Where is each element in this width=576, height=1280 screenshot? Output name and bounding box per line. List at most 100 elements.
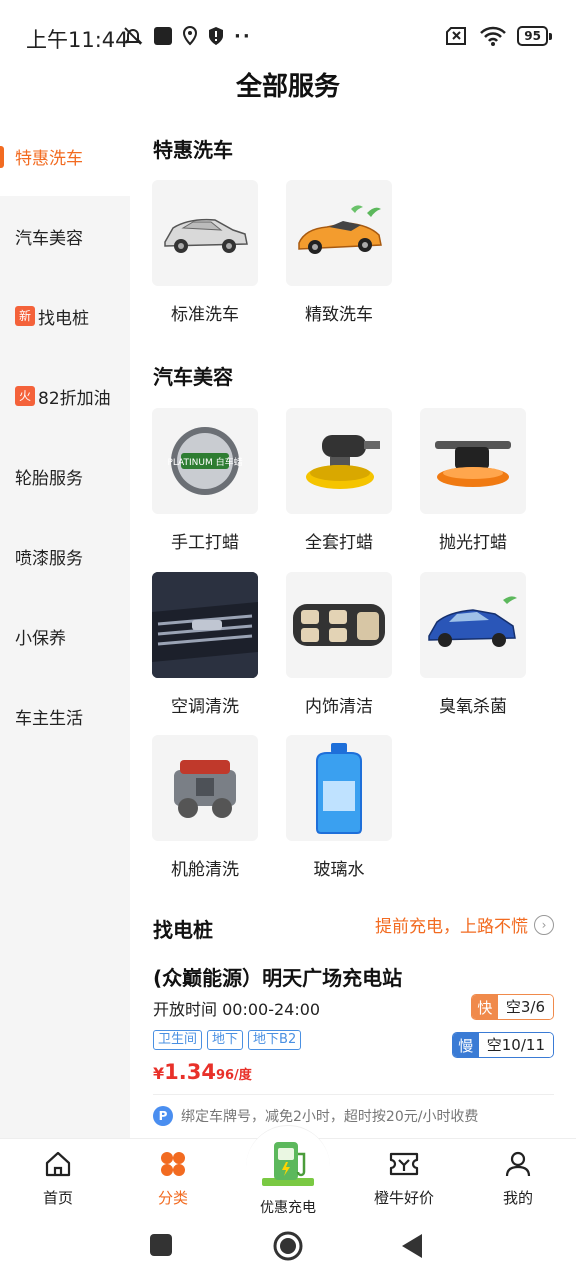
sidebar-item-tire-service[interactable]: 轮胎服务 bbox=[0, 436, 130, 516]
sidebar-item-label: 特惠洗车 bbox=[15, 148, 83, 169]
charge-bubble bbox=[246, 1125, 330, 1197]
service-label: 抛光打蜡 bbox=[439, 533, 507, 553]
engine-image bbox=[152, 735, 258, 841]
service-label: 标准洗车 bbox=[171, 305, 239, 325]
parking-note: P 绑定车牌号，减免2小时，超时按20元/小时收费 bbox=[153, 1106, 478, 1126]
service-washer-fluid[interactable]: 玻璃水 bbox=[286, 735, 392, 880]
price-value: 1.34 bbox=[164, 1060, 216, 1084]
section-title-car-beauty: 汽车美容 bbox=[153, 365, 233, 389]
price-unit: 96/度 bbox=[215, 1068, 252, 1083]
system-nav-bar bbox=[0, 1218, 576, 1280]
service-premium-wash[interactable]: 精致洗车 bbox=[286, 180, 392, 325]
page-title: 全部服务 bbox=[235, 72, 340, 102]
hot-badge: 火 bbox=[15, 386, 35, 406]
station-hours: 开放时间 00:00-24:00 bbox=[153, 1000, 321, 1019]
user-icon bbox=[505, 1151, 531, 1177]
service-label: 玻璃水 bbox=[313, 860, 365, 880]
sidebar-item-label: 喷漆服务 bbox=[15, 548, 83, 569]
service-engine-cleaning[interactable]: 机舱清洗 bbox=[152, 735, 258, 880]
station-name[interactable]: (众巅能源）明天广场充电站 bbox=[153, 962, 402, 991]
sidebar-item-car-wash[interactable]: 特惠洗车 bbox=[0, 116, 130, 196]
battery-indicator: 95 bbox=[517, 26, 552, 46]
app-square-icon bbox=[154, 27, 172, 45]
sidebar-item-label: 车主生活 bbox=[15, 708, 83, 729]
chevron-right-icon: › bbox=[534, 914, 554, 935]
blue-car-image bbox=[420, 572, 526, 678]
parking-note-text: 绑定车牌号，减免2小时，超时按20元/小时收费 bbox=[181, 1109, 479, 1125]
bottom-nav: 首页 分类 优惠充电 橙牛好价 我的 bbox=[0, 1125, 576, 1218]
sidebar-item-paint-service[interactable]: 喷漆服务 bbox=[0, 516, 130, 596]
section-title-charging: 找电桩 bbox=[153, 918, 213, 942]
service-label: 全套打蜡 bbox=[305, 533, 373, 553]
divider bbox=[153, 1094, 554, 1095]
wax-brand-text: PLATINUM 白车蜡 bbox=[167, 456, 242, 468]
wax-tin-image: PLATINUM 白车蜡 bbox=[152, 408, 258, 514]
sidebar-item-label: 汽车美容 bbox=[15, 228, 83, 249]
slow-available-count: 空10/11 bbox=[478, 1033, 553, 1057]
nav-label: 首页 bbox=[42, 1189, 73, 1207]
coupon-icon bbox=[389, 1152, 419, 1176]
back-button[interactable] bbox=[400, 1232, 424, 1260]
sidebar-item-label: 82折加油 bbox=[38, 388, 111, 409]
service-standard-wash[interactable]: 标准洗车 bbox=[152, 180, 258, 325]
service-content: 特惠洗车 标准洗车 精致洗车 汽车美容 PLATINUM 白车蜡 手工打蜡 全套… bbox=[130, 116, 576, 1138]
sidebar-item-label: 找电桩 bbox=[38, 308, 89, 329]
nav-charge-promo[interactable]: 优惠充电 bbox=[243, 1125, 333, 1217]
home-button[interactable] bbox=[272, 1230, 304, 1262]
sedan-car-image bbox=[152, 180, 258, 286]
station-price: ¥ 1.34 96/度 bbox=[153, 1060, 252, 1084]
fast-charger-availability: 快 空3/6 bbox=[470, 994, 554, 1020]
car-interior-image bbox=[286, 572, 392, 678]
service-label: 臭氧杀菌 bbox=[439, 697, 507, 717]
washer-fluid-bottle-image bbox=[286, 735, 392, 841]
charging-station-icon bbox=[262, 1141, 314, 1186]
sidebar-item-label: 轮胎服务 bbox=[15, 468, 83, 489]
nav-home[interactable]: 首页 bbox=[8, 1149, 108, 1208]
service-label: 手工打蜡 bbox=[171, 533, 239, 553]
sidebar-item-label: 小保养 bbox=[15, 628, 66, 649]
price-currency: ¥ bbox=[153, 1064, 165, 1083]
sidebar-item-fuel-discount[interactable]: 火 82折加油 bbox=[0, 356, 130, 436]
station-tag: 卫生间 bbox=[153, 1030, 203, 1050]
service-full-wax[interactable]: 全套打蜡 bbox=[286, 408, 392, 553]
service-interior-cleaning[interactable]: 内饰清洁 bbox=[286, 572, 392, 717]
mute-bell-icon bbox=[123, 27, 143, 45]
status-system-icons: 95 bbox=[445, 24, 552, 48]
polish-machine-image bbox=[420, 408, 526, 514]
nav-label: 橙牛好价 bbox=[373, 1189, 434, 1207]
charging-promo-link[interactable]: 提前充电，上路不慌 › bbox=[375, 912, 554, 937]
nav-label: 优惠充电 bbox=[260, 1200, 316, 1216]
nav-deals[interactable]: 橙牛好价 bbox=[354, 1149, 454, 1208]
service-label: 机舱清洗 bbox=[171, 860, 239, 880]
service-hand-wax[interactable]: PLATINUM 白车蜡 手工打蜡 bbox=[152, 408, 258, 553]
station-tag: 地下B2 bbox=[248, 1030, 302, 1050]
service-ozone-sterilize[interactable]: 臭氧杀菌 bbox=[420, 572, 526, 717]
service-polish-wax[interactable]: 抛光打蜡 bbox=[420, 408, 526, 553]
sidebar-item-car-beauty[interactable]: 汽车美容 bbox=[0, 196, 130, 276]
service-label: 精致洗车 bbox=[305, 305, 373, 325]
sidebar-item-owner-life[interactable]: 车主生活 bbox=[0, 676, 130, 756]
service-label: 空调清洗 bbox=[171, 697, 239, 717]
status-notification-icons: ·· bbox=[122, 24, 252, 48]
service-ac-cleaning[interactable]: 空调清洗 bbox=[152, 572, 258, 717]
air-vent-image bbox=[152, 572, 258, 678]
service-label: 内饰清洁 bbox=[305, 697, 373, 717]
slow-label: 慢 bbox=[452, 1033, 479, 1057]
fast-label: 快 bbox=[471, 995, 498, 1019]
fast-available-count: 空3/6 bbox=[497, 995, 553, 1019]
parking-icon: P bbox=[153, 1106, 173, 1126]
charging-promo-text: 提前充电，上路不慌 bbox=[375, 917, 528, 937]
nav-label: 我的 bbox=[502, 1189, 533, 1207]
more-dots-icon: ·· bbox=[234, 25, 252, 47]
nav-category[interactable]: 分类 bbox=[123, 1149, 223, 1208]
wifi-icon bbox=[480, 26, 507, 46]
sidebar-item-find-charger[interactable]: 新 找电桩 bbox=[0, 276, 130, 356]
new-badge: 新 bbox=[15, 306, 35, 326]
sports-car-image bbox=[286, 180, 392, 286]
shield-icon bbox=[209, 27, 223, 45]
nav-mine[interactable]: 我的 bbox=[468, 1149, 568, 1208]
recent-apps-button[interactable] bbox=[150, 1234, 172, 1256]
category-icon bbox=[161, 1152, 185, 1176]
category-sidebar: 特惠洗车 汽车美容 新 找电桩 火 82折加油 轮胎服务 喷漆服务 小保养 车主… bbox=[0, 116, 130, 1138]
sidebar-item-maintenance[interactable]: 小保养 bbox=[0, 596, 130, 676]
